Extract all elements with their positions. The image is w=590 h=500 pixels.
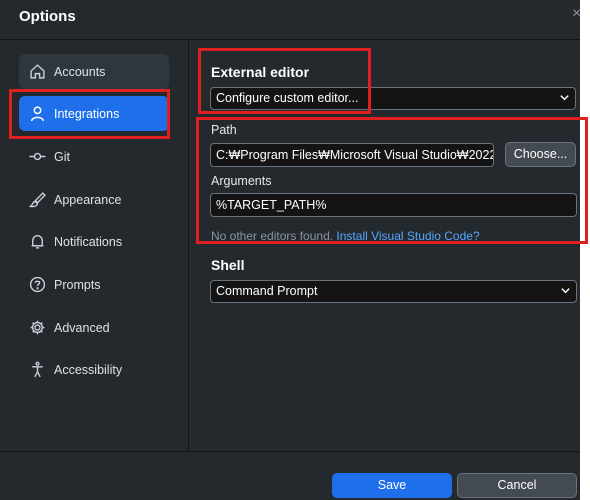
cancel-button[interactable]: Cancel <box>457 473 577 498</box>
home-icon <box>28 63 46 81</box>
sidebar-item-notifications[interactable]: Notifications <box>19 224 169 259</box>
sidebar-item-advanced[interactable]: Advanced <box>19 310 169 345</box>
chevron-down-icon <box>559 92 570 106</box>
path-label: Path <box>211 123 237 137</box>
external-editor-select[interactable]: Configure custom editor... <box>210 87 576 110</box>
save-button[interactable]: Save <box>332 473 452 498</box>
sidebar-item-git[interactable]: Git <box>19 139 169 174</box>
shell-select[interactable]: Command Prompt <box>210 280 577 303</box>
arguments-input[interactable]: %TARGET_PATH% <box>210 193 577 217</box>
accessibility-icon <box>28 361 46 379</box>
shell-heading: Shell <box>211 257 245 273</box>
external-editor-selected: Configure custom editor... <box>216 91 359 105</box>
sidebar-item-accessibility[interactable]: Accessibility <box>19 352 169 387</box>
gear-icon <box>28 319 46 337</box>
sidebar-item-label: Accessibility <box>54 362 123 377</box>
install-vscode-link[interactable]: Install Visual Studio Code? <box>336 229 479 243</box>
person-icon <box>28 105 46 123</box>
sidebar-item-label: Prompts <box>54 277 101 292</box>
path-input[interactable]: C:₩Program Files₩Microsoft Visual Studio… <box>210 143 494 167</box>
title-bar: Options × <box>0 0 580 40</box>
sidebar-item-label: Accounts <box>54 64 106 79</box>
sidebar: Accounts Integrations Git Appearance Not… <box>0 40 189 451</box>
sidebar-item-integrations[interactable]: Integrations <box>19 96 169 131</box>
no-editors-text: No other editors found. <box>211 229 337 243</box>
options-dialog: Options × Accounts Integrations Git Appe… <box>0 0 580 500</box>
sidebar-item-appearance[interactable]: Appearance <box>19 182 169 217</box>
arguments-label: Arguments <box>211 174 272 188</box>
no-editors-hint: No other editors found. Install Visual S… <box>211 229 480 243</box>
git-commit-icon <box>28 148 46 166</box>
sidebar-item-label: Notifications <box>54 234 123 249</box>
sidebar-item-label: Integrations <box>54 106 120 121</box>
sidebar-item-label: Git <box>54 149 70 164</box>
dialog-footer: Save Cancel <box>0 451 580 500</box>
bell-icon <box>28 233 46 251</box>
question-circle-icon <box>28 276 46 294</box>
close-icon[interactable]: × <box>572 5 580 23</box>
chevron-down-icon <box>560 285 571 299</box>
choose-button[interactable]: Choose... <box>505 142 576 167</box>
paintbrush-icon <box>28 191 46 209</box>
dialog-title: Options <box>19 8 76 25</box>
integrations-panel: External editor Configure custom editor.… <box>190 40 580 451</box>
sidebar-item-accounts[interactable]: Accounts <box>19 54 169 89</box>
sidebar-item-prompts[interactable]: Prompts <box>19 267 169 302</box>
sidebar-item-label: Appearance <box>54 192 122 207</box>
sidebar-item-label: Advanced <box>54 320 110 335</box>
external-editor-heading: External editor <box>211 64 310 80</box>
shell-selected: Command Prompt <box>216 284 318 298</box>
